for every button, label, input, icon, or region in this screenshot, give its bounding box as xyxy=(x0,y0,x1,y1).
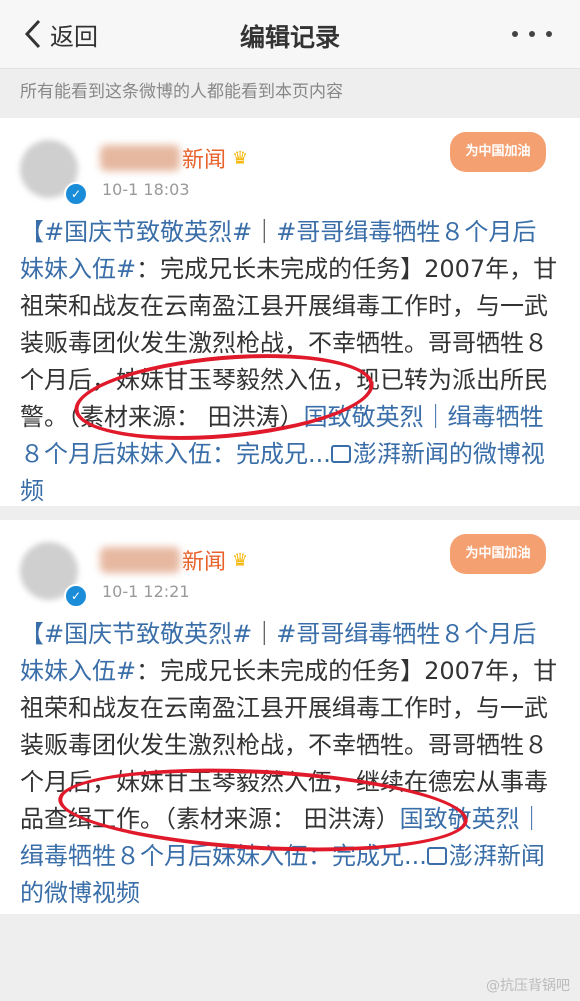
nav-bar: 返回 编辑记录 xyxy=(0,0,580,69)
back-button[interactable]: 返回 xyxy=(22,16,98,52)
account-name-text: 新闻 xyxy=(182,148,227,173)
dot-icon xyxy=(512,31,518,37)
video-icon xyxy=(426,847,447,865)
back-label: 返回 xyxy=(50,22,98,51)
separator: ｜ xyxy=(252,218,277,246)
watermark: @抗压背锅吧 xyxy=(486,978,570,994)
hashtag-link[interactable]: 【#国庆节致敬英烈# xyxy=(20,218,252,246)
video-icon xyxy=(330,445,351,463)
campaign-badge[interactable]: 为中国加油 xyxy=(450,534,546,574)
blurred-name xyxy=(100,145,180,171)
more-options-button[interactable] xyxy=(512,22,552,46)
campaign-badge[interactable]: 为中国加油 xyxy=(450,132,546,172)
dot-icon xyxy=(529,31,535,37)
account-name[interactable]: 新闻 ♛ xyxy=(100,142,248,174)
dot-icon xyxy=(546,31,552,37)
post-content: 【#国庆节致敬英烈#｜#哥哥缉毒牺牲８个月后妹妹入伍#：完成兄长未完成的任务】2… xyxy=(20,214,558,510)
account-name-text: 新闻 xyxy=(182,550,227,575)
hashtag-link[interactable]: 【#国庆节致敬英烈# xyxy=(20,620,252,648)
separator: ｜ xyxy=(252,620,277,648)
post-time: 10-1 18:03 xyxy=(102,180,190,199)
post-content: 【#国庆节致敬英烈#｜#哥哥缉毒牺牲８个月后妹妹入伍#：完成兄长未完成的任务】2… xyxy=(20,616,558,912)
post-time: 10-1 12:21 xyxy=(102,582,190,601)
visibility-notice: 所有能看到这条微博的人都能看到本页内容 xyxy=(0,69,580,115)
edit-record-card: ✓ 新闻 ♛ 10-1 18:03 为中国加油 【#国庆节致敬英烈#｜#哥哥缉毒… xyxy=(0,118,580,506)
edit-record-card: ✓ 新闻 ♛ 10-1 12:21 为中国加油 【#国庆节致敬英烈#｜#哥哥缉毒… xyxy=(0,520,580,914)
account-name[interactable]: 新闻 ♛ xyxy=(100,544,248,576)
crown-icon: ♛ xyxy=(232,147,249,169)
crown-icon: ♛ xyxy=(232,549,249,571)
verified-icon: ✓ xyxy=(64,584,88,608)
chevron-left-icon xyxy=(24,19,41,49)
verified-icon: ✓ xyxy=(64,182,88,206)
blurred-name xyxy=(100,547,180,573)
